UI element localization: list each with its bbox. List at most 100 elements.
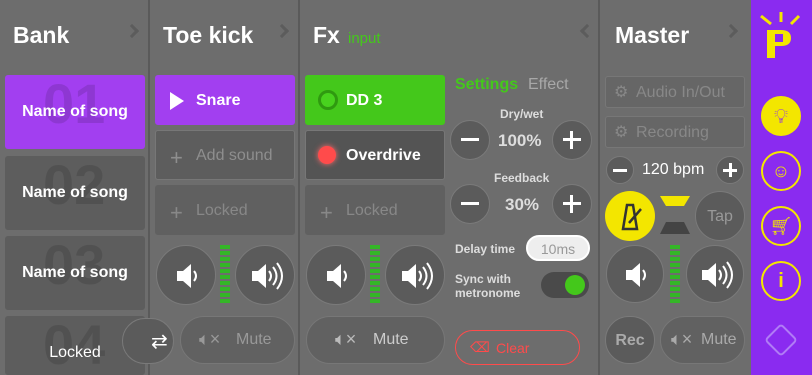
mute-label: Mute — [373, 331, 409, 348]
chevron-right-icon[interactable] — [274, 23, 290, 39]
tab-effect[interactable]: Effect — [528, 76, 569, 94]
fx-item-label: Overdrive — [346, 147, 421, 164]
feedback-value: 30% — [505, 195, 540, 214]
delay-time-input[interactable]: 10ms — [526, 235, 590, 261]
bank-slot[interactable]: 02 Name of song — [5, 156, 145, 230]
fx-item-locked: + Locked — [305, 185, 445, 235]
plus-icon: + — [320, 200, 333, 225]
idea-icon[interactable]: 💡︎ — [761, 96, 801, 136]
level-meter — [670, 245, 680, 307]
mute-icon: 🔈︎× — [671, 329, 693, 349]
led-green-icon — [318, 90, 338, 110]
volume-up-button[interactable] — [235, 245, 295, 305]
bank-header: Bank — [0, 0, 148, 72]
fx-subtitle: input — [348, 30, 381, 47]
bpm-value: 120 bpm — [642, 161, 705, 178]
toe-kick-column: Toe kick Snare + Add sound + Locked ⇄ 🔈︎… — [122, 0, 300, 375]
chevron-right-icon[interactable] — [723, 23, 739, 39]
mute-icon: 🔈︎× — [199, 329, 221, 349]
locked-slot: + Locked — [155, 185, 295, 235]
dry-wet-label: Dry/wet — [500, 107, 544, 121]
sync-toggle[interactable] — [541, 272, 589, 298]
sidebar: 💡︎ ☺ 🛒︎ i — [751, 0, 812, 375]
snare-label: Snare — [196, 92, 241, 109]
plus-icon: + — [170, 200, 183, 225]
dry-wet-plus-button[interactable] — [552, 120, 592, 160]
volume-down-button[interactable] — [156, 245, 216, 305]
info-icon[interactable]: i — [761, 261, 801, 301]
volume-down-icon — [177, 264, 197, 288]
chevron-right-icon[interactable] — [124, 23, 140, 39]
fx-header: Fx input — [300, 0, 598, 72]
add-sound-button[interactable]: + Add sound — [155, 130, 295, 180]
bpm-minus-button[interactable] — [606, 156, 634, 184]
tap-button[interactable]: Tap — [695, 191, 745, 241]
slot-label: Name of song — [22, 184, 128, 201]
level-meter — [220, 245, 230, 307]
mute-icon: 🔈︎× — [335, 329, 357, 349]
eraser-icon: ⌫ — [470, 339, 490, 355]
feedback-minus-button[interactable] — [450, 184, 490, 224]
master-title: Master — [615, 22, 690, 48]
volume-up-button[interactable] — [686, 245, 744, 303]
master-mute-button[interactable]: 🔈︎× Mute — [660, 316, 745, 364]
snare-play-button[interactable]: Snare — [155, 75, 295, 125]
bank-column: Bank 01 Name of song 02 Name of song 03 … — [0, 0, 150, 375]
loop-button[interactable]: ⇄ — [122, 318, 174, 364]
fx-item-overdrive[interactable]: Overdrive — [305, 130, 445, 180]
slot-label: Name of song — [22, 264, 128, 281]
recording-button[interactable]: ⚙ Recording — [605, 116, 745, 148]
chevron-left-icon[interactable] — [579, 23, 595, 39]
volume-up-icon — [702, 261, 733, 289]
minus-icon — [613, 169, 627, 172]
minus-icon — [461, 138, 479, 141]
play-icon — [170, 92, 184, 110]
audio-label: Audio In/Out — [636, 84, 725, 101]
toe-kick-header: Toe kick — [150, 0, 298, 72]
fx-item-dd3[interactable]: DD 3 — [305, 75, 445, 125]
volume-down-button[interactable] — [306, 245, 366, 305]
gear-icon: ⚙ — [614, 84, 629, 101]
add-sound-label: Add sound — [196, 147, 273, 164]
feedback-label: Feedback — [494, 171, 550, 185]
loop-icon: ⇄ — [151, 331, 168, 353]
volume-up-button[interactable] — [385, 245, 445, 305]
toe-kick-title: Toe kick — [163, 22, 254, 48]
gear-icon: ⚙ — [614, 124, 629, 141]
audio-in-out-button[interactable]: ⚙ Audio In/Out — [605, 76, 745, 108]
rec-label: Rec — [615, 332, 645, 349]
locked-label: Locked — [196, 202, 248, 219]
bpm-plus-button[interactable] — [716, 156, 744, 184]
led-red-icon — [318, 146, 336, 164]
mute-button[interactable]: 🔈︎× Mute — [306, 316, 445, 364]
metronome-button[interactable] — [605, 191, 655, 241]
level-meter — [370, 245, 380, 307]
metronome-icon — [621, 203, 642, 231]
rotate-icon[interactable] — [761, 320, 801, 360]
bank-slot[interactable]: 01 Name of song — [5, 75, 145, 149]
volume-down-button[interactable] — [606, 245, 664, 303]
app-logo[interactable] — [757, 10, 807, 64]
volume-down-icon — [626, 263, 646, 287]
hourglass-icon — [660, 196, 690, 236]
fx-column: Fx input DD 3 Overdrive + Locked 🔈︎× Mut… — [300, 0, 600, 375]
feedback-plus-button[interactable] — [552, 184, 592, 224]
mascot-icon[interactable]: ☺ — [761, 151, 801, 191]
tap-label: Tap — [707, 208, 733, 225]
delay-time-value: 10ms — [540, 241, 576, 257]
volume-up-icon — [402, 262, 433, 290]
minus-icon — [461, 202, 479, 205]
toggle-knob — [565, 275, 585, 295]
dry-wet-minus-button[interactable] — [450, 120, 490, 160]
bank-title: Bank — [13, 22, 70, 48]
cart-icon[interactable]: 🛒︎ — [761, 206, 801, 246]
bank-slot[interactable]: 03 Name of song — [5, 236, 145, 310]
plus-icon: + — [170, 145, 183, 170]
clear-button[interactable]: ⌫ Clear — [455, 330, 580, 365]
master-header: Master — [600, 0, 751, 72]
rec-button[interactable]: Rec — [605, 316, 655, 364]
delay-time-label: Delay time — [455, 242, 516, 256]
mute-label: Mute — [236, 331, 272, 348]
tab-settings[interactable]: Settings — [455, 76, 518, 94]
mute-button[interactable]: 🔈︎× Mute — [180, 316, 295, 364]
